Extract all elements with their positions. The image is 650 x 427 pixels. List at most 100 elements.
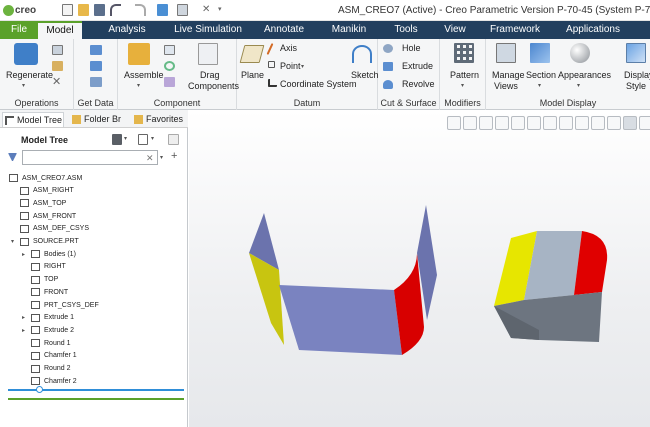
tree-node[interactable]: RIGHT	[31, 261, 66, 273]
tree-node[interactable]: ▾ SOURCE.PRT	[11, 236, 79, 248]
sketch-icon[interactable]	[352, 45, 372, 63]
graphics-window[interactable]	[189, 110, 650, 427]
appearances-dropdown-icon[interactable]: ▾	[577, 82, 580, 89]
tree-node[interactable]: ▸ Extrude 1	[22, 312, 74, 324]
shrinkwrap-icon[interactable]	[90, 77, 102, 87]
pattern-button[interactable]: Pattern	[450, 70, 479, 80]
create-component-icon[interactable]	[164, 45, 175, 55]
new-file-icon[interactable]	[62, 4, 73, 16]
tree-node[interactable]: ASM_RIGHT	[20, 185, 74, 197]
tree-node[interactable]: ASM_TOP	[20, 197, 66, 209]
display-style-label-2[interactable]: Style	[626, 81, 646, 91]
tab-folder-browser[interactable]: Folder Br	[70, 112, 128, 127]
assemble-button[interactable]: Assemble	[124, 70, 164, 80]
drag-components-label-2[interactable]: Components	[188, 81, 239, 91]
drag-components-icon[interactable]	[198, 43, 218, 65]
coordinate-system-icon[interactable]	[268, 79, 277, 87]
tree-settings-icon[interactable]	[112, 134, 122, 145]
display-style-label-1[interactable]: Display	[624, 70, 650, 80]
regenerate-icon[interactable]	[14, 43, 38, 65]
tab-manikin[interactable]: Manikin	[324, 21, 374, 39]
user-defined-feature-icon[interactable]	[90, 45, 102, 55]
revolve-button[interactable]: Revolve	[402, 79, 435, 89]
show-icon[interactable]	[138, 134, 148, 145]
tree-insert-handle[interactable]	[36, 386, 43, 393]
appearances-button[interactable]: Appearances	[558, 70, 611, 80]
copy-geometry-icon[interactable]	[90, 61, 102, 71]
revolve-icon[interactable]	[383, 80, 393, 89]
section-button[interactable]: Section	[526, 70, 556, 80]
axis-button[interactable]: Axis	[280, 43, 297, 53]
tree-node[interactable]: ▸ Extrude 2	[22, 324, 74, 336]
redo-icon[interactable]	[135, 4, 146, 16]
tab-annotate[interactable]: Annotate	[256, 21, 312, 39]
point-icon[interactable]	[268, 61, 275, 68]
tree-node[interactable]: ASM_FRONT	[20, 210, 76, 222]
regenerate-quick-icon[interactable]	[157, 4, 168, 16]
repeat-icon[interactable]	[164, 61, 175, 71]
pattern-dropdown-icon[interactable]: ▾	[461, 82, 464, 89]
tree-filter-input[interactable]	[22, 150, 158, 165]
tree-node[interactable]: PRT_CSYS_DEF	[31, 299, 99, 311]
tab-applications[interactable]: Applications	[558, 21, 628, 39]
plane-button[interactable]: Plane	[241, 70, 264, 80]
section-dropdown-icon[interactable]: ▾	[538, 82, 541, 89]
manage-views-label-2[interactable]: Views	[494, 81, 518, 91]
mirror-component-icon[interactable]	[164, 77, 175, 87]
appearances-icon[interactable]	[570, 43, 590, 63]
source-part-model[interactable]	[249, 205, 437, 355]
copy-icon[interactable]	[52, 45, 63, 55]
extrude-button[interactable]: Extrude	[402, 61, 433, 71]
tab-model[interactable]: Model	[38, 21, 82, 39]
regenerate-button[interactable]: Regenerate	[6, 70, 53, 80]
add-filter-icon[interactable]: +	[171, 150, 177, 162]
assemble-icon[interactable]	[128, 43, 150, 65]
tab-view[interactable]: View	[436, 21, 474, 39]
tree-expand-icon[interactable]: ▾	[11, 238, 14, 245]
paste-icon[interactable]	[52, 61, 63, 71]
tab-analysis[interactable]: Analysis	[96, 21, 158, 39]
qat-customize-icon[interactable]: ▾	[218, 4, 229, 16]
delete-icon[interactable]: ✕	[52, 77, 63, 88]
axis-icon[interactable]	[266, 43, 274, 55]
extrude-icon[interactable]	[383, 62, 393, 71]
regenerate-dropdown-icon[interactable]: ▾	[22, 82, 25, 89]
tree-node[interactable]: TOP	[31, 274, 58, 286]
sketch-button[interactable]: Sketch	[351, 70, 379, 80]
tab-favorites[interactable]: Favorites	[132, 112, 188, 127]
hole-icon[interactable]	[383, 44, 393, 53]
close-window-icon[interactable]: ✕	[202, 4, 213, 16]
tree-node[interactable]: ASM_CREO7.ASM	[9, 172, 82, 184]
tree-node[interactable]: Round 1	[31, 337, 70, 349]
tab-model-tree[interactable]: Model Tree	[2, 112, 64, 127]
tree-settings-dropdown-icon[interactable]: ▾	[124, 135, 127, 142]
tab-tools[interactable]: Tools	[386, 21, 426, 39]
point-dropdown-icon[interactable]: ▾	[301, 63, 304, 70]
tree-node[interactable]: ▸ Bodies (1)	[22, 248, 76, 260]
hole-button[interactable]: Hole	[402, 43, 421, 53]
tree-expand-icon[interactable]: ▸	[22, 251, 25, 258]
display-style-icon[interactable]	[626, 43, 646, 63]
model-canvas[interactable]	[189, 110, 650, 427]
undo-icon[interactable]	[110, 4, 121, 16]
tree-node[interactable]: Chamfer 1	[31, 350, 77, 362]
assemble-dropdown-icon[interactable]: ▾	[137, 82, 140, 89]
tree-node[interactable]: ASM_DEF_CSYS	[20, 223, 89, 235]
pattern-icon[interactable]	[454, 43, 474, 63]
filter-clear-icon[interactable]: ✕	[146, 153, 154, 164]
tab-live-simulation[interactable]: Live Simulation	[166, 21, 250, 39]
drag-components-label-1[interactable]: Drag	[200, 70, 220, 80]
point-button[interactable]: Point	[280, 61, 301, 71]
coordinate-system-button[interactable]: Coordinate System	[280, 79, 357, 89]
tree-insert-indicator[interactable]	[8, 389, 184, 391]
windows-icon[interactable]	[177, 4, 188, 16]
plane-icon[interactable]	[239, 45, 265, 63]
open-folder-icon[interactable]	[78, 4, 89, 16]
section-icon[interactable]	[530, 43, 550, 63]
show-dropdown-icon[interactable]: ▾	[151, 135, 154, 142]
tree-expand-icon[interactable]: ▸	[22, 327, 25, 334]
tab-framework[interactable]: Framework	[484, 21, 546, 39]
target-part-model[interactable]	[494, 231, 608, 342]
save-icon[interactable]	[94, 4, 105, 16]
tab-file[interactable]: File	[0, 21, 38, 39]
